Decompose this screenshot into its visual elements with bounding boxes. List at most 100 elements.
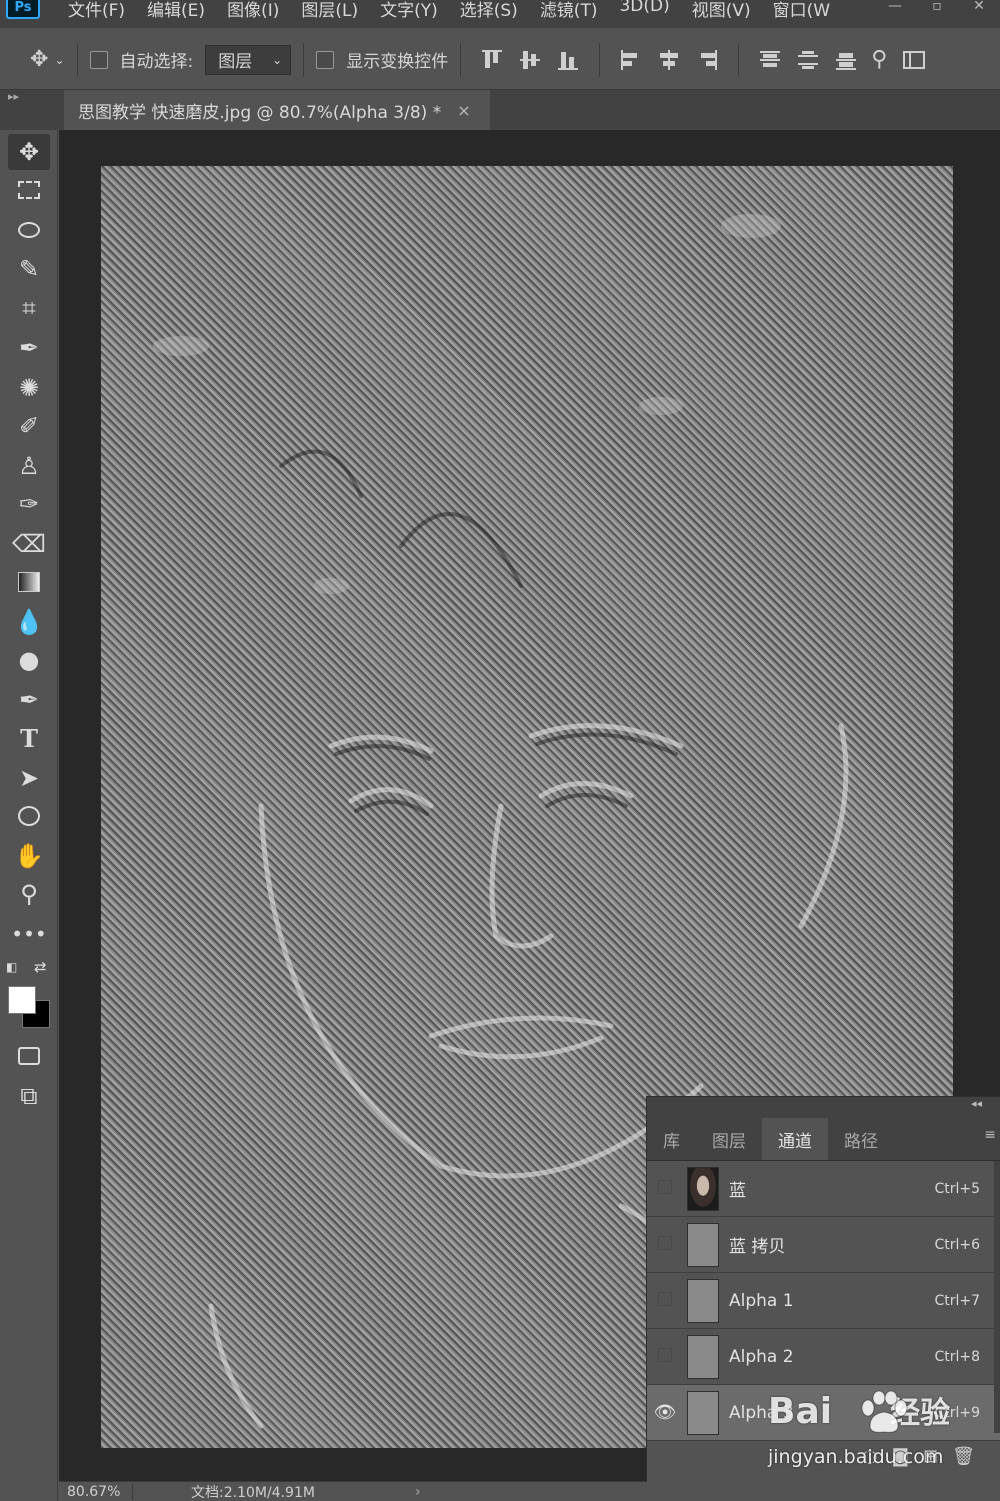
close-window-icon[interactable]: ✕	[958, 0, 1000, 16]
swap-colors-icon[interactable]: ⇄	[34, 958, 47, 976]
divider	[738, 42, 740, 77]
expand-panels-icon[interactable]: ▸▸	[8, 90, 19, 103]
visibility-toggle[interactable]	[647, 1178, 683, 1199]
default-colors-icon[interactable]: ◧	[6, 960, 17, 974]
pen-tool-icon[interactable]: ✒	[8, 682, 50, 718]
auto-select-dropdown[interactable]: 图层 ⌄	[205, 44, 292, 75]
distribute-bottom-icon[interactable]	[833, 47, 859, 73]
gradient-tool-icon[interactable]	[8, 564, 50, 600]
auto-select-checkbox[interactable]	[89, 50, 108, 69]
distribute-center-icon[interactable]	[795, 47, 821, 73]
menu-image[interactable]: 图像(I)	[227, 0, 279, 21]
channel-row-blue-copy[interactable]: 蓝 拷贝 Ctrl+6	[647, 1217, 1000, 1273]
history-brush-tool-icon[interactable]: ✑	[8, 486, 50, 522]
channel-thumbnail	[687, 1390, 719, 1435]
show-transform-checkbox[interactable]	[316, 50, 335, 69]
document-size: 文档:2.10M/4.91M	[191, 1484, 315, 1501]
channel-row-alpha-1[interactable]: Alpha 1 Ctrl+7	[647, 1273, 1000, 1329]
eraser-tool-icon[interactable]: ⌫	[8, 526, 50, 562]
screen-mode-icon[interactable]: ⧉	[8, 1078, 50, 1114]
visibility-toggle[interactable]	[647, 1234, 683, 1255]
tab-libraries[interactable]: 库	[647, 1118, 696, 1160]
quick-mask-icon[interactable]	[8, 1038, 50, 1074]
channel-name: 蓝	[729, 1181, 746, 1201]
maximize-icon[interactable]: ▫	[916, 0, 958, 16]
eye-icon[interactable]: 👁	[647, 1402, 683, 1423]
blur-tool-icon[interactable]: 💧	[8, 604, 50, 640]
save-selection-icon[interactable]: ◙	[892, 1446, 909, 1467]
tool-preset-chevron-icon[interactable]: ⌄	[54, 53, 64, 67]
channel-name: Alpha 3	[729, 1402, 794, 1423]
eyedropper-tool-icon[interactable]: ✒	[8, 330, 50, 366]
document-tab[interactable]: 思图教学 快速磨皮.jpg @ 80.7%(Alpha 3/8) * ×	[64, 90, 490, 130]
channel-thumbnail	[687, 1166, 719, 1211]
crop-tool-icon[interactable]: ⌗	[8, 290, 50, 326]
zoom-level[interactable]: 80.67%	[59, 1483, 133, 1500]
lasso-tool-icon[interactable]	[8, 212, 50, 248]
channel-shortcut: Ctrl+5	[934, 1180, 980, 1197]
load-selection-icon[interactable]: ◌	[862, 1446, 878, 1467]
menu-3d[interactable]: 3D(D)	[619, 0, 669, 21]
panel-scrollbar[interactable]	[994, 1161, 1000, 1433]
search-icon[interactable]: ⚲	[871, 47, 887, 72]
align-left-icon[interactable]	[618, 47, 644, 73]
foreground-color-swatch[interactable]	[8, 986, 36, 1014]
chevron-down-icon: ⌄	[272, 52, 283, 67]
divider	[460, 42, 462, 77]
new-channel-icon[interactable]: ⊞	[923, 1446, 938, 1467]
marquee-tool-icon[interactable]	[8, 172, 50, 208]
healing-brush-tool-icon[interactable]: ✺	[8, 370, 50, 406]
channel-row-blue[interactable]: 蓝 Ctrl+5	[647, 1161, 1000, 1217]
channels-panel: ◂◂ 库 图层 通道 路径 ≡ 蓝 Ctrl+5 蓝 拷贝 Ctrl+6 Alp…	[646, 1096, 1000, 1482]
ellipse-tool-icon[interactable]	[8, 798, 50, 834]
collapse-panel-icon[interactable]: ◂◂	[971, 1097, 982, 1110]
menu-view[interactable]: 视图(V)	[692, 0, 751, 21]
divider	[303, 42, 305, 77]
minimize-icon[interactable]: —	[874, 0, 916, 16]
menu-layer[interactable]: 图层(L)	[301, 0, 358, 21]
panel-footer: ◌ ◙ ⊞ 🗑	[647, 1430, 1000, 1482]
align-vertical-center-icon[interactable]	[517, 47, 543, 73]
menu-filter[interactable]: 滤镜(T)	[540, 0, 598, 21]
close-icon[interactable]: ×	[457, 101, 470, 120]
menu-select[interactable]: 选择(S)	[460, 0, 518, 21]
channel-row-alpha-2[interactable]: Alpha 2 Ctrl+8	[647, 1329, 1000, 1385]
trash-icon[interactable]: 🗑	[952, 1446, 975, 1467]
panel-menu-icon[interactable]: ≡	[984, 1127, 996, 1143]
channel-shortcut: Ctrl+6	[934, 1236, 980, 1253]
more-tools-icon[interactable]: •••	[8, 916, 50, 952]
quick-selection-tool-icon[interactable]: ✎	[8, 251, 50, 287]
tab-layers[interactable]: 图层	[696, 1118, 762, 1160]
zoom-tool-icon[interactable]: ⚲	[8, 876, 50, 912]
align-right-icon[interactable]	[694, 47, 720, 73]
brush-tool-icon[interactable]: ✐	[8, 408, 50, 444]
workspace-icon[interactable]	[901, 47, 927, 73]
dodge-tool-icon[interactable]: ●	[8, 642, 50, 678]
menu-edit[interactable]: 编辑(E)	[147, 0, 205, 21]
move-tool-icon[interactable]: ✥	[8, 134, 50, 170]
distribute-top-icon[interactable]	[757, 47, 783, 73]
align-bottom-icon[interactable]	[555, 47, 581, 73]
photoshop-logo: Ps	[6, 0, 40, 19]
clone-stamp-tool-icon[interactable]: ♙	[8, 448, 50, 484]
move-tool-icon[interactable]: ✥	[30, 47, 48, 72]
channel-name: 蓝 拷贝	[729, 1237, 786, 1257]
path-selection-tool-icon[interactable]: ➤	[8, 760, 50, 796]
channel-name: Alpha 2	[729, 1346, 794, 1367]
align-top-icon[interactable]	[479, 47, 505, 73]
tab-paths[interactable]: 路径	[828, 1118, 894, 1160]
visibility-toggle[interactable]	[647, 1346, 683, 1367]
type-tool-icon[interactable]: T	[8, 720, 50, 756]
align-horizontal-center-icon[interactable]	[656, 47, 682, 73]
channel-thumbnail	[687, 1222, 719, 1267]
menu-file[interactable]: 文件(F)	[68, 0, 125, 21]
channel-shortcut: Ctrl+8	[934, 1348, 980, 1365]
visibility-toggle[interactable]	[647, 1290, 683, 1311]
status-menu-arrow-icon[interactable]: ›	[415, 1484, 421, 1500]
panel-header: ◂◂	[647, 1097, 1000, 1115]
tab-channels[interactable]: 通道	[762, 1118, 828, 1160]
channel-shortcut: Ctrl+9	[934, 1404, 980, 1421]
menu-type[interactable]: 文字(Y)	[380, 0, 438, 21]
hand-tool-icon[interactable]: ✋	[8, 838, 50, 874]
menu-window[interactable]: 窗口(W	[773, 0, 830, 21]
